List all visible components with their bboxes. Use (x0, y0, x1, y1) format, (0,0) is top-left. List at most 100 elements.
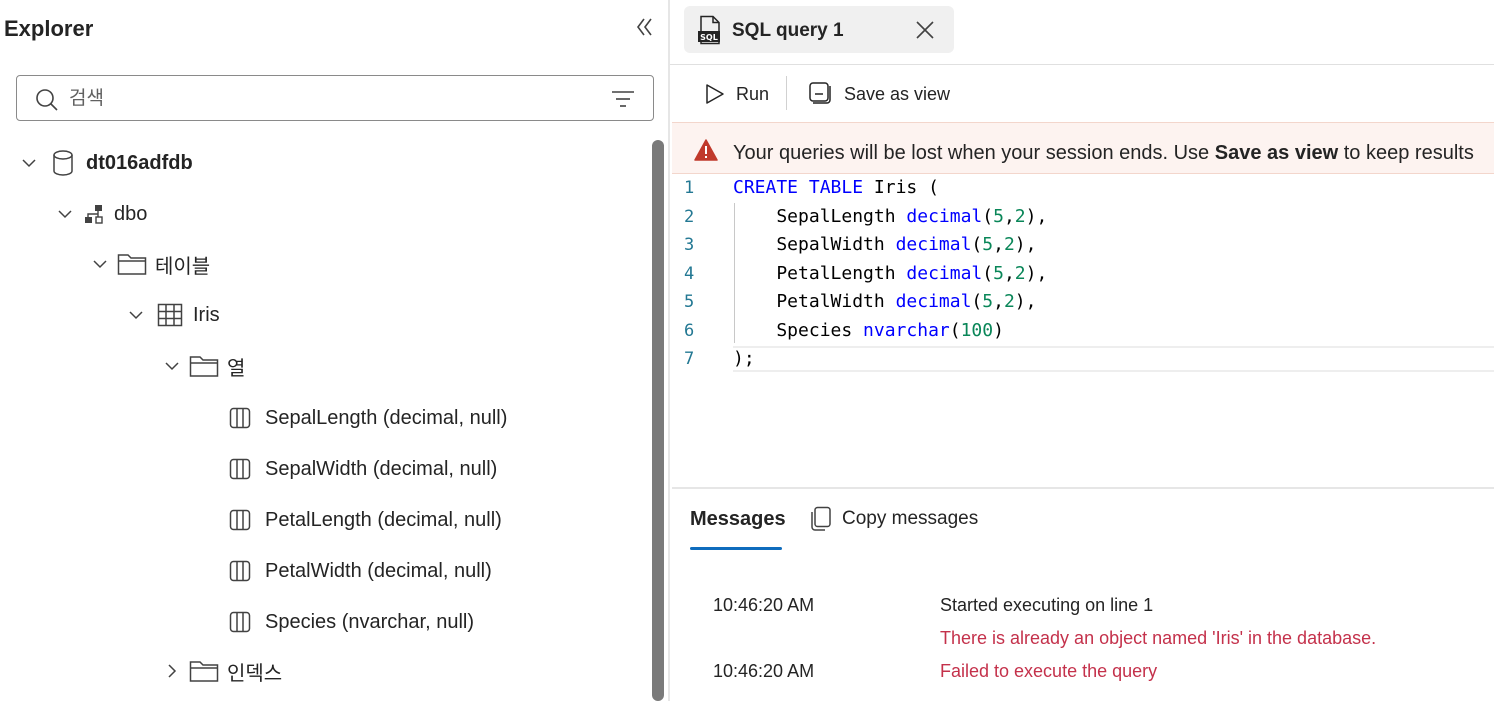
message-error-text: There is already an object named 'Iris' … (940, 628, 1377, 648)
chevron-down-icon[interactable] (20, 154, 38, 172)
folder-icon (117, 252, 147, 276)
warning-prefix: Your queries will be lost when your sess… (733, 142, 1215, 164)
sql-keyword: decimal (906, 263, 983, 284)
column-icon (229, 611, 251, 633)
save-as-view-button[interactable]: Save as view (844, 84, 950, 105)
editor-results-splitter[interactable] (672, 487, 1494, 489)
explorer-scrollbar[interactable] (652, 140, 664, 701)
schema-icon (82, 202, 106, 226)
search-input[interactable] (67, 84, 591, 114)
tree-item-column[interactable]: SepalWidth (decimal, null) (229, 451, 497, 487)
line-number: 4 (684, 264, 695, 284)
column-label: SepalWidth (decimal, null) (265, 457, 498, 480)
copy-icon[interactable] (810, 506, 832, 532)
column-label: PetalWidth (decimal, null) (265, 559, 492, 582)
column-icon (229, 560, 251, 582)
column-icon (229, 407, 251, 429)
sql-number: 2 (1003, 291, 1015, 312)
sql-keyword: decimal (906, 206, 983, 227)
database-label: dt016adfdb (86, 151, 193, 174)
message-time: 10:46:20 AM (713, 595, 815, 615)
tree-item-column[interactable]: PetalLength (decimal, null) (229, 502, 502, 538)
line-number: 3 (684, 235, 695, 255)
search-box[interactable] (16, 75, 654, 121)
tree-item-column[interactable]: Species (nvarchar, null) (229, 604, 474, 640)
warning-suffix: to keep results (1338, 142, 1474, 164)
code-line[interactable]: PetalLength decimal(5,2), (733, 263, 1047, 284)
column-label: PetalLength (decimal, null) (265, 508, 502, 531)
code-line[interactable]: PetalWidth decimal(5,2), (733, 291, 1036, 312)
close-icon[interactable] (914, 19, 936, 41)
code-line[interactable]: SepalLength decimal(5,2), (733, 206, 1047, 227)
tree-item-tables-folder[interactable]: 테이블 (91, 246, 210, 282)
line-number: 7 (684, 349, 695, 369)
database-icon (50, 149, 76, 177)
messages-tab[interactable]: Messages (690, 508, 786, 531)
columns-folder-label: 열 (227, 357, 246, 380)
sql-keyword: TABLE (808, 177, 864, 198)
sql-number: 5 (993, 263, 1004, 284)
message-text: Started executing on line 1 (940, 595, 1154, 615)
line-number: 5 (684, 292, 695, 312)
filter-icon[interactable] (611, 89, 635, 109)
collapse-pane-icon[interactable] (632, 14, 658, 40)
play-icon[interactable] (704, 83, 726, 105)
chevron-down-icon[interactable] (127, 306, 145, 324)
indexes-folder-label: 인덱스 (227, 662, 283, 685)
folder-icon (189, 659, 219, 683)
warning-message: Your queries will be lost when your sess… (733, 142, 1474, 165)
sql-file-icon: SQL (698, 15, 722, 45)
sql-number: 100 (960, 320, 994, 341)
tree-item-column[interactable]: PetalWidth (decimal, null) (229, 553, 492, 589)
column-label: Species (nvarchar, null) (265, 610, 474, 633)
toolbar-separator (786, 76, 787, 110)
warning-icon (694, 139, 718, 161)
sql-keyword: decimal (895, 291, 972, 312)
schema-label: dbo (114, 202, 148, 225)
sql-keyword: nvarchar (863, 320, 950, 341)
sql-number: 5 (993, 206, 1004, 227)
search-icon (35, 88, 59, 112)
chevron-right-icon[interactable] (163, 662, 181, 680)
chevron-down-icon[interactable] (56, 205, 74, 223)
tree-item-schema[interactable]: dbo (56, 196, 147, 232)
copy-messages-button[interactable]: Copy messages (842, 508, 978, 530)
tables-folder-label: 테이블 (155, 255, 211, 278)
table-icon (157, 303, 183, 327)
message-time: 10:46:20 AM (713, 661, 815, 681)
code-line[interactable]: Species nvarchar(100) (733, 320, 1004, 341)
warning-bold: Save as view (1214, 142, 1339, 164)
sql-number: 2 (1003, 234, 1015, 255)
tree-item-columns-folder[interactable]: 열 (163, 348, 245, 384)
table-label: Iris (193, 303, 220, 326)
current-line-highlight (733, 346, 1494, 372)
code-line[interactable]: SepalWidth decimal(5,2), (733, 234, 1036, 255)
run-button[interactable]: Run (736, 84, 769, 105)
chevron-down-icon[interactable] (163, 357, 181, 375)
sql-number: 5 (982, 234, 994, 255)
tree-item-database[interactable]: dt016adfdb (20, 145, 193, 181)
message-error-text: Failed to execute the query (940, 661, 1158, 681)
chevron-down-icon[interactable] (91, 255, 109, 273)
save-view-icon[interactable] (808, 81, 832, 105)
sql-number: 5 (982, 291, 994, 312)
code-line[interactable]: ); (733, 348, 755, 369)
line-number: 1 (684, 178, 695, 198)
code-line[interactable]: CREATE TABLE Iris ( (733, 177, 939, 198)
messages-tab-indicator (690, 547, 782, 550)
line-number: 2 (684, 207, 695, 227)
folder-icon (189, 354, 219, 378)
tree-item-indexes-folder[interactable]: 인덱스 (163, 653, 282, 689)
query-toolbar (670, 65, 1494, 121)
tab-label: SQL query 1 (732, 20, 844, 41)
sql-icon-text: SQL (700, 33, 718, 42)
sql-number: 2 (1014, 206, 1026, 227)
sql-keyword: CREATE (733, 177, 799, 198)
column-label: SepalLength (decimal, null) (265, 406, 508, 429)
explorer-pane: Explorer dt01 (0, 0, 668, 701)
tree-item-column[interactable]: SepalLength (decimal, null) (229, 400, 507, 436)
column-icon (229, 509, 251, 531)
sql-number: 2 (1014, 263, 1026, 284)
tree-item-table-iris[interactable]: Iris (127, 297, 220, 333)
explorer-title: Explorer (4, 16, 94, 41)
